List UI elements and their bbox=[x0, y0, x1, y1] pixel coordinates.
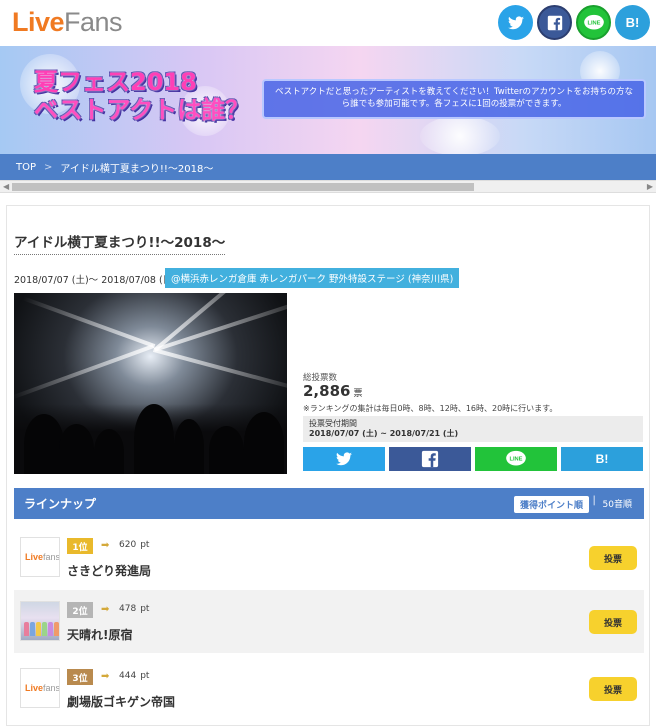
lineup-row: Livefans 3位 ➡ 444 pt 劇場版ゴキゲン帝国 投票 bbox=[14, 657, 644, 720]
artist-photo bbox=[21, 602, 59, 640]
share-buttons-row: LINE B! bbox=[303, 447, 643, 471]
banner-description: ベストアクトだと思ったアーティストを教えてください！Twitterのアカウントを… bbox=[262, 79, 646, 119]
artist-points: 620 pt bbox=[119, 540, 149, 550]
voting-period-label: 投票受付期間 bbox=[309, 419, 357, 428]
site-header: LiveFans LINE B! bbox=[0, 0, 656, 46]
rank-badge: 3位 bbox=[67, 669, 93, 685]
livefans-logo-icon: Livefans bbox=[25, 683, 60, 693]
ranking-note: ※ランキングの集計は毎日0時、8時、12時、16時、20時に行います。 bbox=[303, 404, 558, 413]
line-icon: LINE bbox=[583, 14, 604, 30]
lineup-row: Livefans 1位 ➡ 620 pt さきどり発進局 投票 bbox=[14, 526, 644, 589]
hatena-icon: B! bbox=[595, 452, 609, 466]
banner-title: 夏フェス2018 ベストアクトは誰？ bbox=[34, 68, 249, 124]
points-unit: pt bbox=[140, 671, 150, 681]
scrollbar-thumb[interactable] bbox=[12, 183, 474, 191]
total-votes-count: 2,886 bbox=[303, 382, 351, 400]
vote-button[interactable]: 投票 bbox=[589, 677, 637, 701]
artist-thumbnail[interactable]: Livefans bbox=[20, 537, 60, 577]
festival-photo bbox=[14, 293, 287, 474]
sort-by-alphabet-button[interactable]: 50音順 bbox=[603, 497, 632, 510]
sort-by-points-button[interactable]: 獲得ポイント順 bbox=[513, 496, 589, 513]
facebook-icon bbox=[547, 15, 562, 30]
breadcrumb-current: アイドル横丁夏まつり!!～2018～ bbox=[60, 163, 214, 175]
facebook-share-button[interactable] bbox=[389, 447, 471, 471]
sparkle-decoration bbox=[420, 116, 500, 154]
arrow-right-icon: ➡ bbox=[101, 671, 110, 682]
festival-panel: アイドル横丁夏まつり!!～2018～ 2018/07/07 (土)～ 2018/… bbox=[6, 205, 650, 726]
voting-period: 投票受付期間 2018/07/07 (土) ~ 2018/07/21 (土) bbox=[303, 416, 643, 442]
artist-name[interactable]: 天晴れ!原宿 bbox=[67, 626, 132, 643]
artist-thumbnail[interactable] bbox=[20, 601, 60, 641]
breadcrumb-top-link[interactable]: TOP bbox=[16, 162, 36, 173]
arrow-right-icon: ➡ bbox=[101, 604, 110, 615]
banner-title-line2: ベストアクトは誰？ bbox=[34, 96, 250, 124]
twitter-share-button[interactable] bbox=[303, 447, 385, 471]
artist-points: 478 pt bbox=[119, 604, 149, 614]
festival-dates: 2018/07/07 (土)～ 2018/07/08 (日) bbox=[14, 275, 176, 286]
lineup-header: ラインナップ 獲得ポイント順 | 50音順 bbox=[14, 488, 644, 519]
points-unit: pt bbox=[140, 540, 150, 550]
points-value: 478 bbox=[119, 604, 137, 614]
arrow-right-icon: ➡ bbox=[101, 540, 110, 551]
logo-live-text: Live bbox=[12, 7, 65, 37]
artist-points: 444 pt bbox=[119, 671, 149, 681]
header-share-buttons: LINE B! bbox=[498, 5, 650, 40]
festival-venue[interactable]: @横浜赤レンガ倉庫 赤レンガパーク 野外特設ステージ (神奈川県) bbox=[165, 268, 460, 288]
artist-name[interactable]: 劇場版ゴキゲン帝国 bbox=[67, 693, 175, 710]
svg-text:LINE: LINE bbox=[509, 457, 522, 463]
festival-title: アイドル横丁夏まつり!!～2018～ bbox=[14, 231, 226, 255]
svg-text:LINE: LINE bbox=[587, 20, 600, 26]
campaign-banner[interactable]: 夏フェス2018 ベストアクトは誰？ ベストアクトだと思ったアーティストを教えて… bbox=[0, 46, 656, 154]
hatena-bookmark-button[interactable]: B! bbox=[615, 5, 650, 40]
site-logo[interactable]: LiveFans bbox=[12, 7, 123, 38]
points-unit: pt bbox=[140, 604, 150, 614]
line-share-button[interactable]: LINE bbox=[576, 5, 611, 40]
vote-button[interactable]: 投票 bbox=[589, 610, 637, 634]
sort-separator: | bbox=[592, 495, 596, 506]
hatena-icon: B! bbox=[625, 15, 640, 30]
facebook-share-button[interactable] bbox=[537, 5, 572, 40]
scroll-left-arrow-icon[interactable]: ◀ bbox=[3, 182, 9, 191]
artist-name[interactable]: さきどり発進局 bbox=[67, 562, 151, 579]
line-icon: LINE bbox=[506, 450, 526, 466]
banner-title-line1: 夏フェス2018 bbox=[34, 68, 197, 96]
hatena-bookmark-button[interactable]: B! bbox=[561, 447, 643, 471]
livefans-logo-icon: Livefans bbox=[25, 552, 60, 562]
lineup-title: ラインナップ bbox=[24, 497, 97, 511]
vote-button[interactable]: 投票 bbox=[589, 546, 637, 570]
scroll-right-arrow-icon[interactable]: ▶ bbox=[647, 182, 653, 191]
breadcrumb-separator: > bbox=[44, 161, 53, 173]
rank-badge: 1位 bbox=[67, 538, 93, 554]
artist-thumbnail[interactable]: Livefans bbox=[20, 668, 60, 708]
facebook-icon bbox=[421, 450, 439, 468]
total-votes-unit: 票 bbox=[353, 389, 363, 399]
points-value: 444 bbox=[119, 671, 137, 681]
breadcrumb: TOP > アイドル横丁夏まつり!!～2018～ bbox=[0, 154, 656, 180]
logo-fans-text: Fans bbox=[64, 7, 123, 37]
points-value: 620 bbox=[119, 540, 137, 550]
twitter-icon bbox=[507, 15, 524, 29]
twitter-share-button[interactable] bbox=[498, 5, 533, 40]
rank-badge: 2位 bbox=[67, 602, 93, 618]
twitter-icon bbox=[336, 452, 352, 466]
total-votes: 2,886 票 bbox=[303, 382, 362, 400]
voting-period-value: 2018/07/07 (土) ~ 2018/07/21 (土) bbox=[309, 429, 459, 438]
lineup-row: 2位 ➡ 478 pt 天晴れ!原宿 投票 bbox=[14, 590, 644, 653]
horizontal-scrollbar[interactable]: ◀ ▶ bbox=[0, 180, 656, 193]
line-share-button[interactable]: LINE bbox=[475, 447, 557, 471]
